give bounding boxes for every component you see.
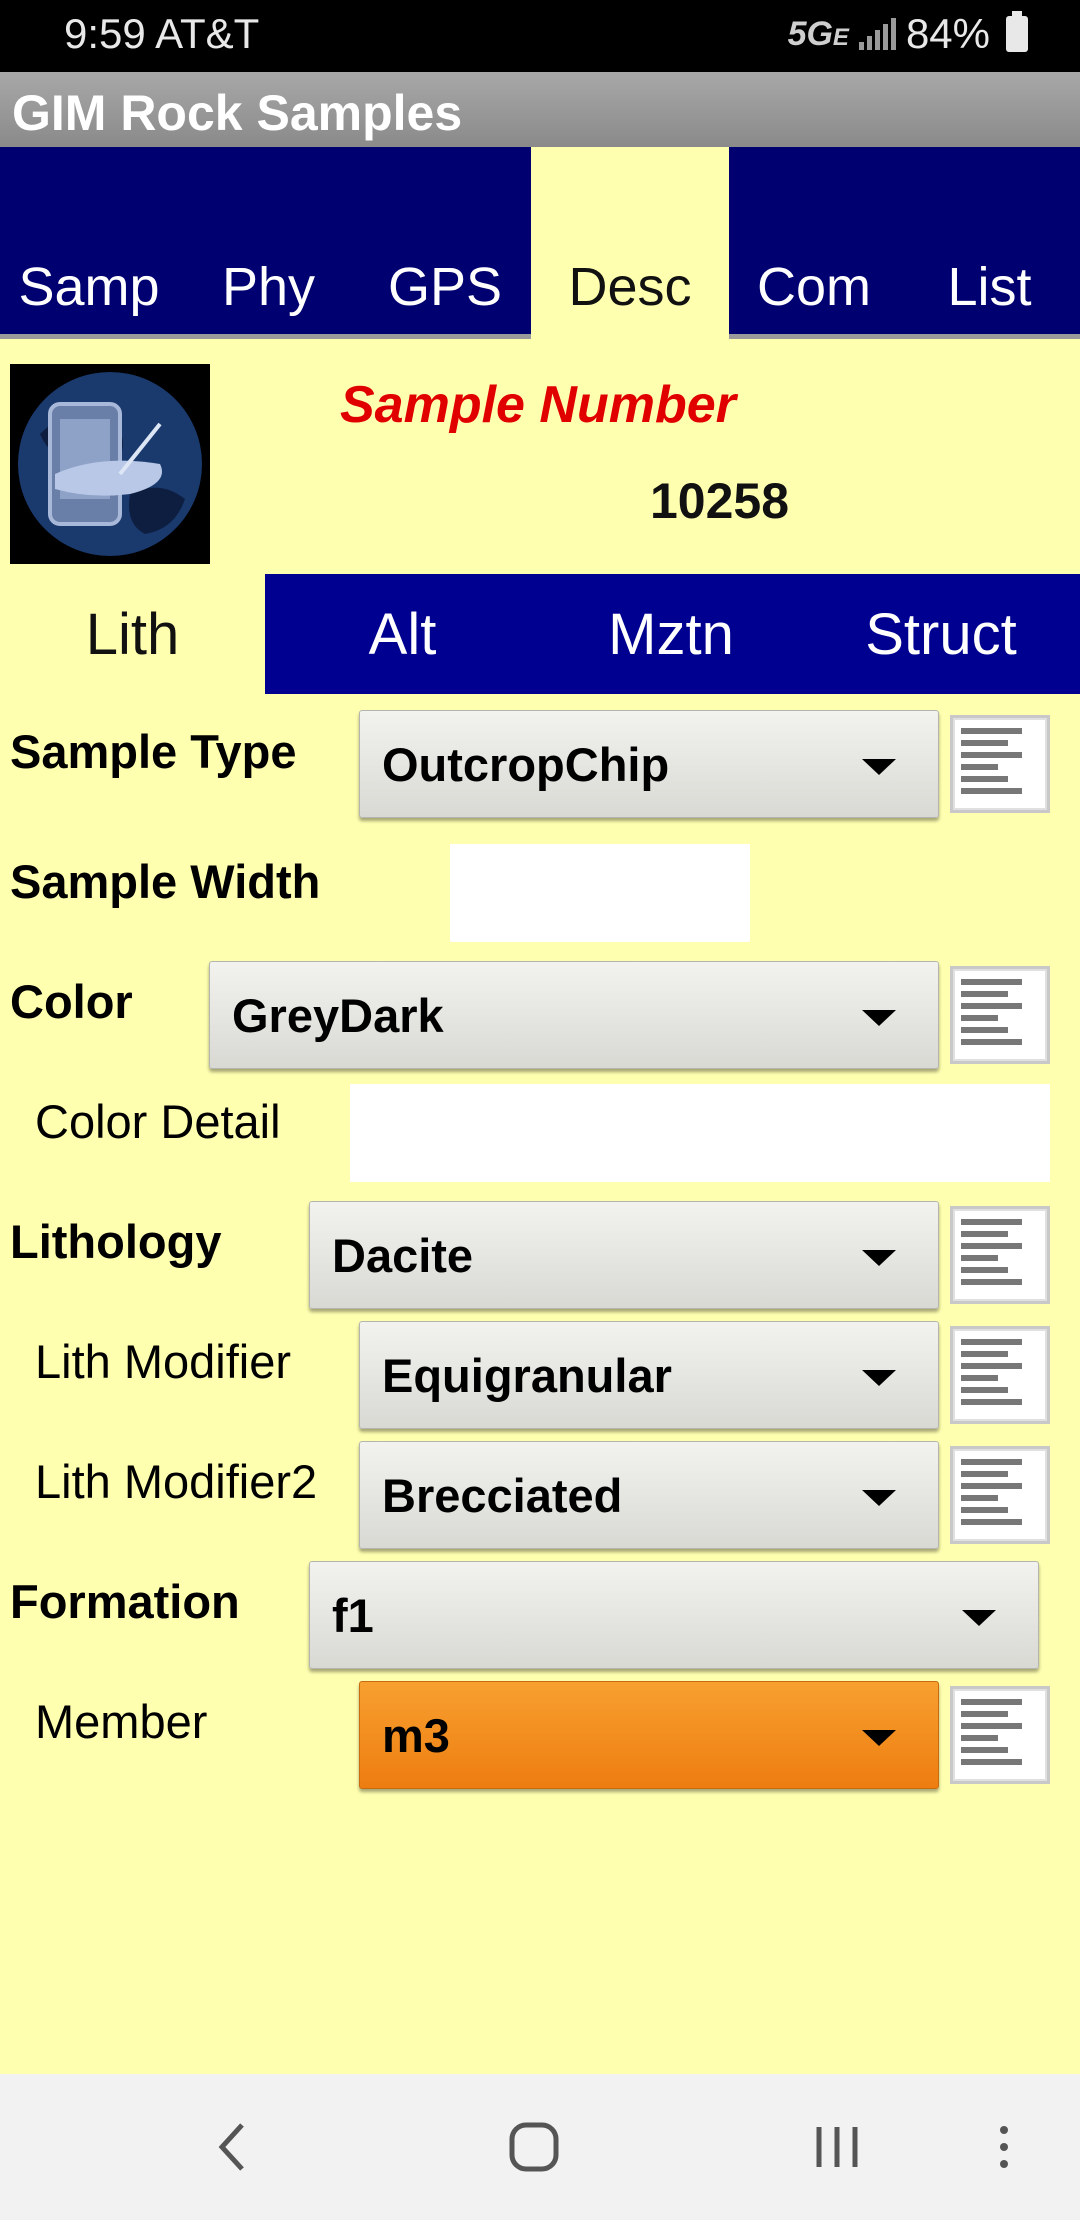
home-icon[interactable] bbox=[464, 2074, 604, 2220]
dropdown-value: Dacite bbox=[332, 1228, 474, 1282]
dropdown-value: OutcropChip bbox=[382, 737, 670, 791]
sample-number-label: Sample Number bbox=[340, 376, 736, 434]
color-notes-button[interactable] bbox=[950, 966, 1050, 1064]
clock: 9:59 bbox=[64, 10, 146, 57]
lithology-notes-button[interactable] bbox=[950, 1206, 1050, 1304]
dropdown-value: f1 bbox=[332, 1588, 374, 1642]
color-dropdown[interactable]: GreyDark bbox=[209, 961, 939, 1069]
member-notes-button[interactable] bbox=[950, 1686, 1050, 1784]
status-bar: 9:59 AT&T 5GE 84% bbox=[0, 0, 1080, 72]
tab-lith[interactable]: Lith bbox=[0, 574, 265, 694]
network-type: 5GE bbox=[788, 15, 849, 54]
back-icon[interactable] bbox=[162, 2074, 302, 2220]
color-detail-label: Color Detail bbox=[35, 1095, 281, 1148]
app-title: GIM Rock Samples bbox=[12, 85, 463, 141]
dropdown-value: m3 bbox=[382, 1708, 450, 1762]
lith-modifier-dropdown[interactable]: Equigranular bbox=[359, 1321, 939, 1429]
sample-type-notes-button[interactable] bbox=[950, 715, 1050, 813]
tab-list[interactable]: List bbox=[899, 147, 1080, 334]
sample-width-label: Sample Width bbox=[10, 855, 321, 908]
tab-com[interactable]: Com bbox=[729, 147, 899, 334]
network-label: 5G bbox=[787, 14, 833, 53]
lith-modifier-label: Lith Modifier bbox=[35, 1335, 291, 1388]
tab-label: Lith bbox=[85, 601, 180, 667]
chevron-down-icon bbox=[862, 1490, 896, 1506]
sub-tab-bar: Lith Alt Mztn Struct bbox=[0, 574, 1080, 694]
chevron-down-icon bbox=[862, 1250, 896, 1266]
network-sub-label: E bbox=[832, 23, 849, 51]
lithology-dropdown[interactable]: Dacite bbox=[309, 1201, 939, 1309]
tab-struct[interactable]: Struct bbox=[802, 574, 1080, 694]
member-label: Member bbox=[35, 1695, 208, 1748]
system-nav-bar bbox=[0, 2074, 1080, 2220]
sample-width-input[interactable] bbox=[450, 844, 750, 942]
status-time: 9:59 AT&T bbox=[64, 10, 259, 58]
chevron-down-icon bbox=[862, 1010, 896, 1026]
chevron-down-icon bbox=[862, 1730, 896, 1746]
color-detail-input[interactable] bbox=[350, 1084, 1050, 1182]
tab-desc[interactable]: Desc bbox=[531, 147, 729, 339]
more-icon[interactable] bbox=[934, 2074, 1074, 2220]
formation-label: Formation bbox=[10, 1575, 240, 1628]
sample-number-value: 10258 bbox=[650, 473, 790, 529]
tab-label: Struct bbox=[865, 601, 1017, 667]
top-tab-bar: Samp Phy GPS Desc Com List bbox=[0, 147, 1080, 339]
chevron-down-icon bbox=[962, 1610, 996, 1626]
tab-samp[interactable]: Samp bbox=[0, 147, 178, 334]
tab-phy[interactable]: Phy bbox=[178, 147, 359, 334]
battery-icon bbox=[1006, 11, 1028, 52]
tab-label: Desc bbox=[568, 257, 692, 317]
carrier: AT&T bbox=[155, 10, 260, 57]
member-dropdown[interactable]: m3 bbox=[359, 1681, 939, 1789]
dropdown-value: Equigranular bbox=[382, 1348, 672, 1402]
lith-modifier2-label: Lith Modifier2 bbox=[35, 1455, 318, 1508]
tab-label: GPS bbox=[387, 257, 503, 317]
tab-label: Phy bbox=[221, 257, 316, 317]
tab-label: Alt bbox=[368, 601, 437, 667]
sample-type-dropdown[interactable]: OutcropChip bbox=[359, 710, 939, 818]
app-title-bar: GIM Rock Samples bbox=[0, 72, 1080, 147]
dropdown-value: Brecciated bbox=[382, 1468, 623, 1522]
lithology-label: Lithology bbox=[10, 1215, 222, 1268]
tab-gps[interactable]: GPS bbox=[359, 147, 531, 334]
lith-modifier2-notes-button[interactable] bbox=[950, 1446, 1050, 1544]
signal-icon bbox=[858, 18, 896, 50]
tab-label: List bbox=[947, 257, 1032, 317]
tab-alt[interactable]: Alt bbox=[265, 574, 540, 694]
status-icons: 5GE 84% bbox=[788, 10, 1028, 58]
dropdown-value: GreyDark bbox=[232, 988, 444, 1042]
color-label: Color bbox=[10, 975, 133, 1028]
chevron-down-icon bbox=[862, 1370, 896, 1386]
tab-label: Com bbox=[756, 257, 871, 317]
tab-mztn[interactable]: Mztn bbox=[540, 574, 802, 694]
logo-globe-hand-icon bbox=[10, 364, 210, 564]
sample-type-label: Sample Type bbox=[10, 725, 297, 778]
lith-modifier2-dropdown[interactable]: Brecciated bbox=[359, 1441, 939, 1549]
tab-label: Samp bbox=[18, 257, 160, 317]
formation-dropdown[interactable]: f1 bbox=[309, 1561, 1039, 1669]
chevron-down-icon bbox=[862, 759, 896, 775]
lith-modifier-notes-button[interactable] bbox=[950, 1326, 1050, 1424]
recents-icon[interactable] bbox=[767, 2074, 907, 2220]
battery-percent: 84% bbox=[905, 10, 990, 57]
tab-label: Mztn bbox=[608, 601, 734, 667]
